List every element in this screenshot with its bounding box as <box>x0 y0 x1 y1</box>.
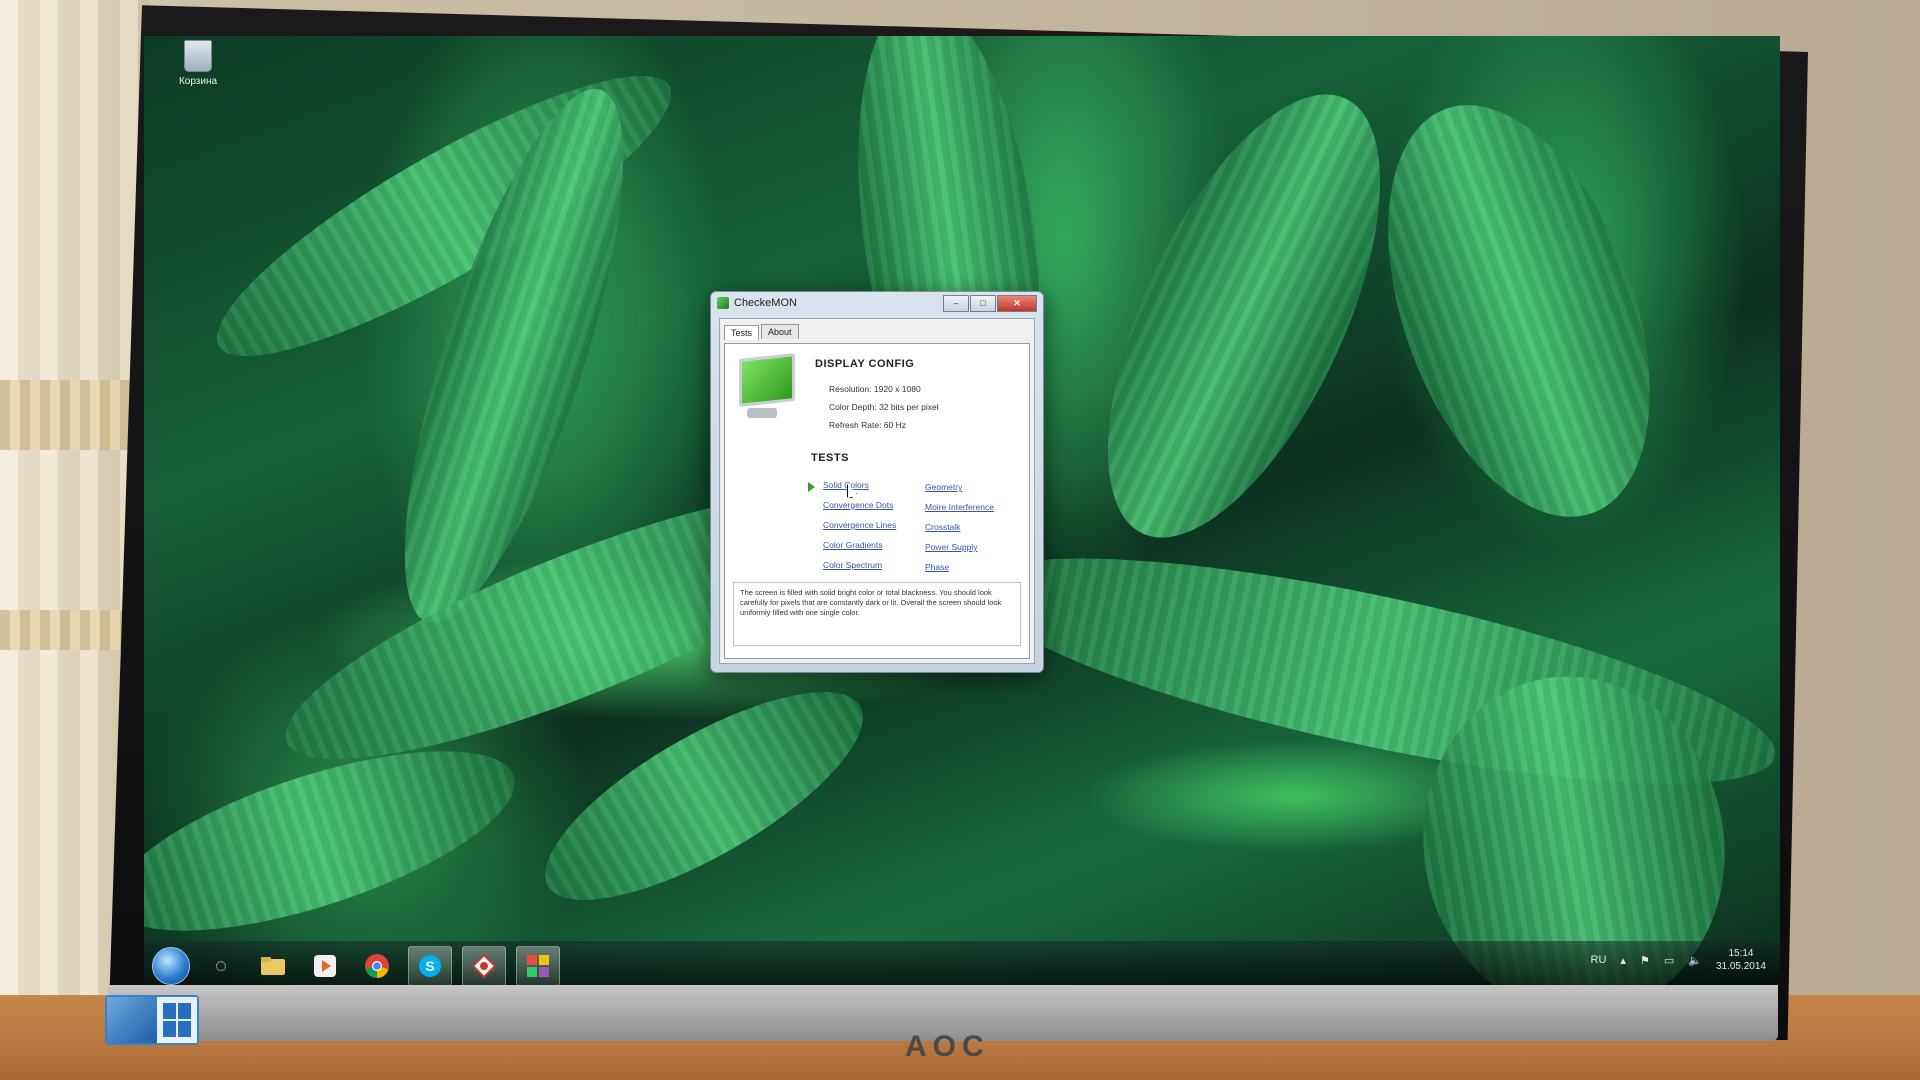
play-arrow-icon <box>808 482 815 492</box>
monitor-icon <box>739 353 797 428</box>
volume-icon[interactable]: 🔈 <box>1688 954 1702 967</box>
tab-strip: Tests About <box>720 319 1034 340</box>
refresh-rate-text: Refresh Rate: 60 Hz <box>829 420 907 430</box>
action-center-flag-icon[interactable]: ⚑ <box>1640 954 1650 967</box>
test-description: The screen is filled with solid bright c… <box>733 582 1021 646</box>
recycle-bin[interactable]: Корзина <box>168 36 228 87</box>
recycle-bin-label: Корзина <box>178 76 218 87</box>
monitor-brand-logo: AOC <box>905 1030 990 1063</box>
tray-circle-icon[interactable]: ◌ <box>200 947 242 985</box>
tab-tests[interactable]: Tests <box>724 325 760 340</box>
system-tray: RU ▴ ⚑ ▭ 🔈 15:14 31.05.2014 <box>1591 947 1766 973</box>
test-link-solid-colors[interactable]: Solid Colors <box>823 480 869 490</box>
diamond-app-icon[interactable] <box>462 946 506 986</box>
explorer-folder-icon[interactable] <box>252 947 294 985</box>
clock-date: 31.05.2014 <box>1715 961 1766 972</box>
display-config-heading: DISPLAY CONFIG <box>815 358 915 370</box>
clock-time: 15:14 <box>1728 948 1754 959</box>
network-icon[interactable]: ▭ <box>1664 954 1674 967</box>
checkemon-icon[interactable] <box>516 946 560 986</box>
start-button[interactable] <box>152 947 190 985</box>
test-link-convergence-lines[interactable]: Convergence Lines <box>823 520 896 530</box>
tests-panel: DISPLAY CONFIG Resolution: 1920 x 1080 C… <box>724 343 1030 659</box>
energy-star-windows-sticker <box>105 995 199 1045</box>
close-button[interactable]: ✕ <box>997 294 1037 312</box>
wallpaper-leaf <box>1051 56 1437 576</box>
test-link-moire-interference[interactable]: Moire Interference <box>925 502 994 512</box>
desktop-screen: Корзина CheckeMON – □ ✕ Tests About DISP… <box>144 36 1780 991</box>
resolution-text: Resolution: 1920 x 1080 <box>829 384 921 394</box>
checkemon-window: CheckeMON – □ ✕ Tests About DISPLAY CONF… <box>710 291 1044 673</box>
window-client: Tests About DISPLAY CONFIG Resolution: 1… <box>719 318 1035 664</box>
media-player-icon[interactable] <box>304 947 346 985</box>
chrome-icon[interactable] <box>356 947 398 985</box>
window-titlebar[interactable]: CheckeMON – □ ✕ <box>711 292 1043 314</box>
window-controls: – □ ✕ <box>943 294 1037 312</box>
recycle-bin-icon <box>184 40 212 72</box>
clock[interactable]: 15:14 31.05.2014 <box>1716 947 1766 973</box>
checkemon-app-icon <box>717 297 729 309</box>
test-link-phase[interactable]: Phase <box>925 562 949 572</box>
maximize-button[interactable]: □ <box>970 294 996 312</box>
tests-heading: TESTS <box>811 452 849 464</box>
curtain-band <box>0 380 150 450</box>
minimize-button[interactable]: – <box>943 294 969 312</box>
test-link-convergence-dots[interactable]: Convergence Dots <box>823 500 893 510</box>
window-title: CheckeMON <box>734 297 797 309</box>
test-link-color-spectrum[interactable]: Color Spectrum <box>823 560 882 570</box>
language-indicator[interactable]: RU <box>1591 954 1607 966</box>
test-link-geometry[interactable]: Geometry <box>925 482 962 492</box>
test-link-crosstalk[interactable]: Crosstalk <box>925 522 960 532</box>
svg-text:S: S <box>425 958 434 974</box>
skype-icon[interactable]: S <box>408 946 452 986</box>
color-depth-text: Color Depth: 32 bits per pixel <box>829 402 939 412</box>
taskbar: ◌ S RU ▴ ⚑ ▭ 🔈 15:14 31.05.2014 <box>144 941 1780 991</box>
test-link-color-gradients[interactable]: Color Gradients <box>823 540 883 550</box>
wallpaper-leaf <box>1337 69 1701 553</box>
test-link-power-supply[interactable]: Power Supply <box>925 542 977 552</box>
tab-about[interactable]: About <box>761 324 799 339</box>
show-hidden-icons-icon[interactable]: ▴ <box>1620 954 1626 967</box>
